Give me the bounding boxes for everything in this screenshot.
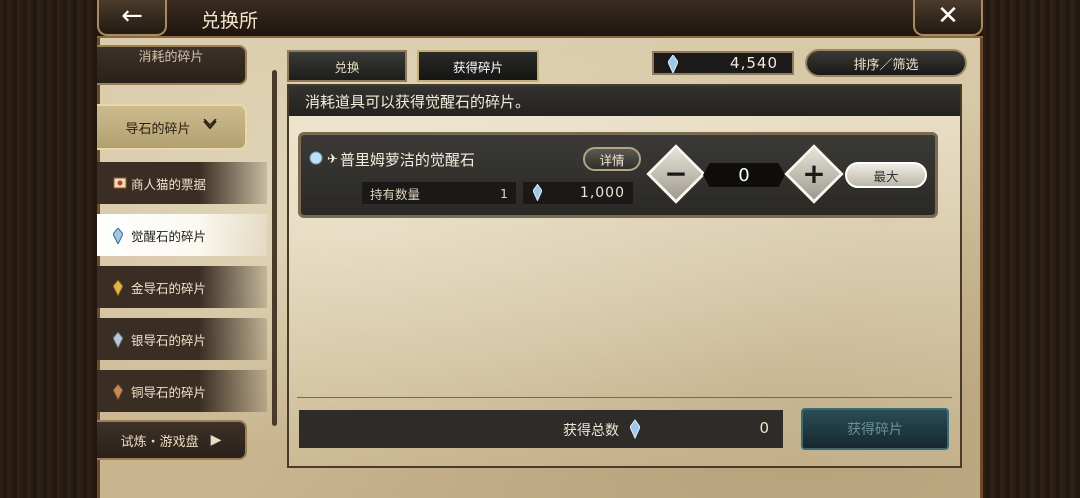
sidebar-category-guide-shards[interactable]: 导石的碎片 [97,104,247,150]
tab-label: 兑换 [334,59,360,75]
plus-icon: + [802,157,826,190]
sidebar-item-label: 金导石的碎片 [131,280,207,296]
awakening-shard-icon [112,227,125,246]
sidebar-item-bronze-shards[interactable]: 铜导石的碎片 [97,370,267,412]
sidebar-item-label: 铜导石的碎片 [131,384,207,400]
sidebar-category-label: 导石的碎片 [125,121,191,137]
sidebar-item-merchant-ticket[interactable]: 商人猫的票据 [97,162,267,204]
sidebar-item-label: 觉醒石的碎片 [131,228,207,244]
max-label: 最大 [873,168,899,184]
max-button[interactable]: 最大 [845,162,927,188]
item-name: 普里姆萝洁的觉醒石 [339,151,475,169]
tab-label: 获得碎片 [452,59,503,75]
total-value: 0 [759,419,769,437]
back-arrow-icon: ← [121,1,143,31]
chevron-right-icon: ▶ [210,432,222,448]
awakening-shard-icon [667,54,679,77]
sidebar-item-awakening-shards[interactable]: 觉醒石的碎片 [97,214,267,256]
panel-heading: 消耗道具可以获得觉醒石的碎片。 [289,86,960,116]
back-button[interactable]: ← [97,0,167,36]
sidebar-item-label: 银导石的碎片 [131,332,207,348]
tab-exchange[interactable]: 兑换 [287,50,407,82]
sidebar: 消耗的碎片 导石的碎片 商人猫的票据 觉醒石的碎片 金导石的碎片 银导石的碎片 [97,40,272,498]
cost-value: 1,000 [579,185,625,201]
owned-label: 持有数量 [370,186,421,202]
sidebar-category-partial[interactable]: 消耗的碎片 [97,45,247,85]
awakening-shard-icon [629,419,641,443]
sort-filter-button[interactable]: 排序／筛选 [805,49,967,77]
owned-count: 1 [500,185,508,201]
right-background [983,0,1080,498]
divider [297,397,952,398]
sort-filter-label: 排序／筛选 [853,57,919,73]
currency-display: 4,540 [652,51,794,75]
sidebar-category-trial-board[interactable]: 试炼・游戏盘 ▶ [97,420,247,460]
get-shards-label: 获得碎片 [847,422,903,438]
gold-shard-icon [112,279,125,298]
chevron-down-icon [202,118,217,135]
quantity-value[interactable]: 0 [703,163,785,187]
currency-amount: 4,540 [730,54,778,72]
cost-display: 1,000 [523,182,633,204]
orb-icon [309,151,323,169]
owned-count-row: 持有数量 1 [362,182,516,204]
title-bar: 兑换所 [97,0,983,38]
get-shards-button[interactable]: 获得碎片 [801,408,949,450]
sidebar-item-silver-shards[interactable]: 银导石的碎片 [97,318,267,360]
minus-icon: − [664,157,688,190]
sidebar-category-label: 试炼・游戏盘 [120,434,199,450]
total-bar: 获得总数 0 [299,410,783,448]
sidebar-scrollbar[interactable] [272,70,277,426]
total-label: 获得总数 [563,423,619,439]
awakening-shard-icon [532,183,543,205]
close-icon: ✕ [937,1,959,31]
page-title: 兑换所 [201,10,259,32]
bronze-shard-icon [112,383,125,402]
tab-get-shards[interactable]: 获得碎片 [417,50,539,82]
left-background [0,0,98,498]
pin-icon: ✈ [327,152,338,167]
ticket-icon [113,176,127,190]
sidebar-category-label: 消耗的碎片 [138,49,204,65]
silver-shard-icon [112,331,125,350]
sidebar-item-gold-shards[interactable]: 金导石的碎片 [97,266,267,308]
detail-button[interactable]: 详情 [583,147,641,171]
item-name-row: ✈ 普里姆萝洁的觉醒石 [309,149,475,170]
close-button[interactable]: ✕ [913,0,983,36]
sidebar-item-label: 商人猫的票据 [131,176,207,192]
detail-label: 详情 [599,152,625,168]
